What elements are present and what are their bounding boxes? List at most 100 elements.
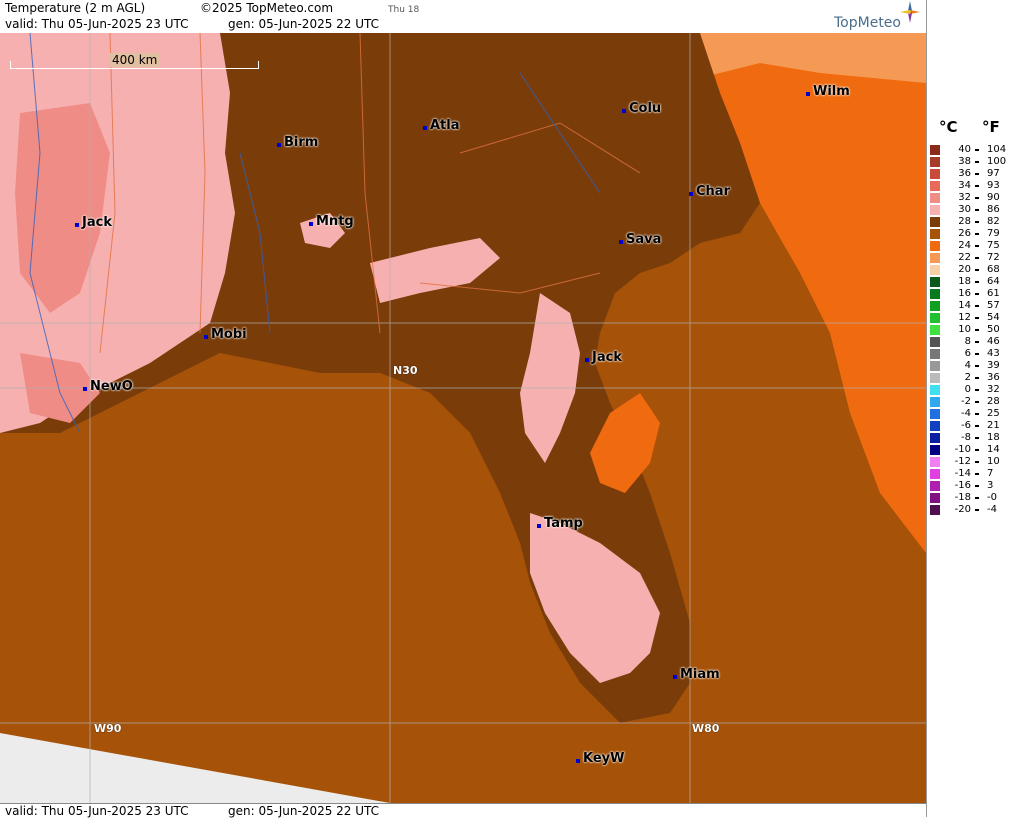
legend-celsius-value: 8: [964, 336, 971, 347]
legend-swatch: [930, 301, 940, 311]
footer-gen-time: gen: 05-Jun-2025 22 UTC: [228, 804, 380, 818]
legend-celsius-value: -4: [961, 408, 971, 419]
legend-fahrenheit-value: 97: [987, 168, 1000, 179]
legend-tick: [975, 485, 979, 487]
legend-swatch: [930, 481, 940, 491]
legend-swatch: [930, 325, 940, 335]
legend-celsius-value: 2: [964, 372, 971, 383]
legend-celsius-value: 22: [958, 252, 971, 263]
legend-celsius-value: 40: [958, 144, 971, 155]
legend-celsius-value: -14: [954, 468, 971, 479]
legend-celsius-value: -18: [954, 492, 971, 503]
legend-fahrenheit-value: 82: [987, 216, 1000, 227]
legend-celsius-value: 30: [958, 204, 971, 215]
legend-swatch: [930, 457, 940, 467]
legend-tick: [975, 293, 979, 295]
city-savannah[interactable]: Sava: [619, 232, 661, 247]
legend-swatch: [930, 289, 940, 299]
legend-celsius-value: 18: [958, 276, 971, 287]
legend-celsius-value: 12: [958, 312, 971, 323]
city-key-west[interactable]: KeyW: [576, 751, 624, 766]
legend-celsius-value: -12: [954, 456, 971, 467]
legend-tick: [975, 281, 979, 283]
legend-celsius-value: 38: [958, 156, 971, 167]
legend-fahrenheit-value: -0: [987, 492, 997, 503]
legend-tick: [975, 197, 979, 199]
legend-swatch: [930, 229, 940, 239]
legend-swatch: [930, 469, 940, 479]
legend-fahrenheit-value: 57: [987, 300, 1000, 311]
legend-celsius-value: 16: [958, 288, 971, 299]
legend-swatch: [930, 373, 940, 383]
legend-tick: [975, 509, 979, 511]
legend-fahrenheit-value: 104: [987, 144, 1007, 155]
legend-fahrenheit-value: 28: [987, 396, 1000, 407]
legend-swatch: [930, 397, 940, 407]
legend-tick: [975, 209, 979, 211]
legend-tick: [975, 329, 979, 331]
temperature-map[interactable]: [0, 33, 926, 803]
legend-fahrenheit-value: 3: [987, 480, 994, 491]
city-new-orleans[interactable]: NewO: [83, 379, 133, 394]
legend-tick: [975, 377, 979, 379]
legend-swatch: [930, 349, 940, 359]
legend-swatch: [930, 505, 940, 515]
city-tampa[interactable]: Tamp: [537, 516, 583, 531]
legend-fahrenheit-value: 75: [987, 240, 1000, 251]
legend-fahrenheit-value: 90: [987, 192, 1000, 203]
celsius-unit: °C: [939, 118, 958, 136]
legend-tick: [975, 149, 979, 151]
city-wilmington[interactable]: Wilm: [806, 84, 850, 99]
city-jacksonville[interactable]: Jack: [585, 350, 622, 365]
legend-celsius-value: -16: [954, 480, 971, 491]
city-montgomery[interactable]: Mntg: [309, 214, 354, 229]
legend-fahrenheit-value: 79: [987, 228, 1000, 239]
legend-tick: [975, 473, 979, 475]
legend-fahrenheit-value: 36: [987, 372, 1000, 383]
fahrenheit-unit: °F: [982, 118, 1000, 136]
legend-swatch: [930, 313, 940, 323]
city-birmingham[interactable]: Birm: [277, 135, 318, 150]
legend-tick: [975, 353, 979, 355]
legend-celsius-value: 36: [958, 168, 971, 179]
city-columbia[interactable]: Colu: [622, 101, 661, 116]
legend-swatch: [930, 217, 940, 227]
copyright: ©2025 TopMeteo.com: [200, 1, 334, 15]
legend-fahrenheit-value: 68: [987, 264, 1000, 275]
legend-celsius-value: 20: [958, 264, 971, 275]
legend-tick: [975, 317, 979, 319]
legend-swatch: [930, 169, 940, 179]
city-charleston[interactable]: Char: [689, 184, 730, 199]
legend-fahrenheit-value: 43: [987, 348, 1000, 359]
legend-swatch: [930, 145, 940, 155]
legend-fahrenheit-value: 93: [987, 180, 1000, 191]
legend-tick: [975, 269, 979, 271]
legend-fahrenheit-value: 18: [987, 432, 1000, 443]
legend-fahrenheit-value: 39: [987, 360, 1000, 371]
lat-label-n30: N30: [393, 364, 418, 377]
legend-tick: [975, 401, 979, 403]
legend-swatch: [930, 253, 940, 263]
footer-bar: valid: Thu 05-Jun-2025 23 UTC gen: 05-Ju…: [0, 803, 926, 818]
legend-celsius-value: 34: [958, 180, 971, 191]
legend-swatch: [930, 205, 940, 215]
legend-tick: [975, 437, 979, 439]
legend-swatch: [930, 241, 940, 251]
legend-fahrenheit-value: 50: [987, 324, 1000, 335]
legend-celsius-value: -20: [954, 504, 971, 515]
legend-swatch: [930, 385, 940, 395]
legend-celsius-value: 26: [958, 228, 971, 239]
legend-fahrenheit-value: 54: [987, 312, 1000, 323]
city-jackson[interactable]: Jack: [75, 215, 112, 230]
scale-bar: 400 km: [10, 53, 260, 69]
city-atlanta[interactable]: Atla: [423, 118, 460, 133]
city-mobile[interactable]: Mobi: [204, 327, 247, 342]
legend-fahrenheit-value: -4: [987, 504, 997, 515]
legend-celsius-value: 24: [958, 240, 971, 251]
legend-tick: [975, 365, 979, 367]
legend-celsius-value: 28: [958, 216, 971, 227]
lon-label-w80: W80: [692, 722, 720, 735]
legend-fahrenheit-value: 61: [987, 288, 1000, 299]
city-miami[interactable]: Miam: [673, 667, 720, 682]
legend-fahrenheit-value: 32: [987, 384, 1000, 395]
